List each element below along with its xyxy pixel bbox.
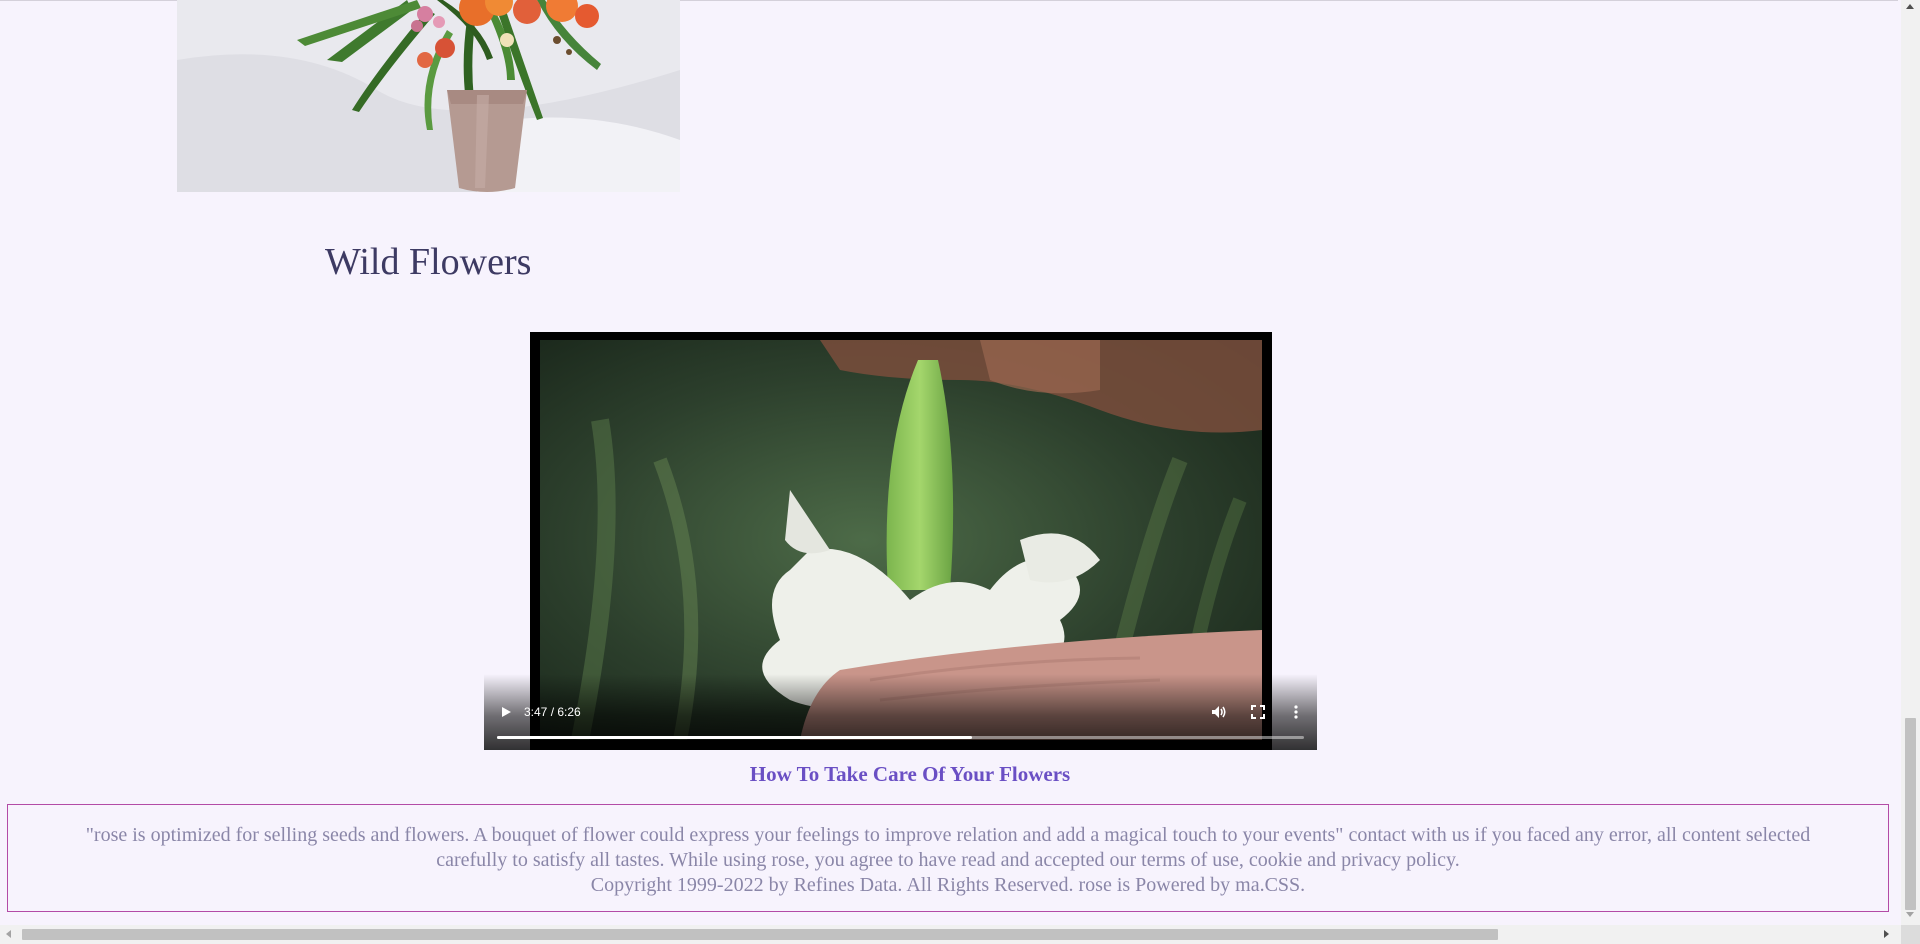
scroll-left-icon[interactable]	[6, 930, 11, 938]
section-title: Wild Flowers	[325, 241, 532, 283]
video-progress-fill	[497, 736, 972, 739]
video-progress-bar[interactable]	[497, 736, 1304, 739]
bouquet-image	[177, 0, 680, 192]
horizontal-scroll-thumb[interactable]	[22, 929, 1498, 940]
play-icon[interactable]	[498, 704, 514, 720]
scroll-up-icon[interactable]	[1906, 4, 1914, 9]
video-player[interactable]: 3:47 / 6:26	[484, 332, 1317, 750]
site-footer: "rose is optimized for selling seeds and…	[7, 804, 1889, 912]
fullscreen-icon[interactable]	[1250, 704, 1266, 720]
time-readout: 3:47 / 6:26	[524, 705, 581, 719]
horizontal-scrollbar[interactable]	[0, 925, 1920, 944]
video-caption: How To Take Care Of Your Flowers	[749, 762, 1071, 786]
vertical-scroll-thumb[interactable]	[1905, 718, 1916, 910]
footer-text-line1: "rose is optimized for selling seeds and…	[85, 824, 1811, 846]
scroll-right-icon[interactable]	[1884, 930, 1889, 938]
video-controls: 3:47 / 6:26	[484, 674, 1317, 750]
scroll-down-icon[interactable]	[1906, 912, 1914, 917]
volume-icon[interactable]	[1210, 704, 1228, 720]
footer-copyright: Copyright 1999-2022 by Refines Data. All…	[590, 874, 1306, 896]
scrollbar-corner	[1901, 925, 1920, 944]
vertical-scrollbar[interactable]	[1901, 0, 1920, 925]
page: Wild Flowers 3:47 / 6:26 How To Take Car…	[0, 0, 1920, 944]
more-vertical-icon[interactable]	[1290, 704, 1302, 720]
footer-text-line2: carefully to satisfy all tastes. While u…	[436, 849, 1460, 871]
